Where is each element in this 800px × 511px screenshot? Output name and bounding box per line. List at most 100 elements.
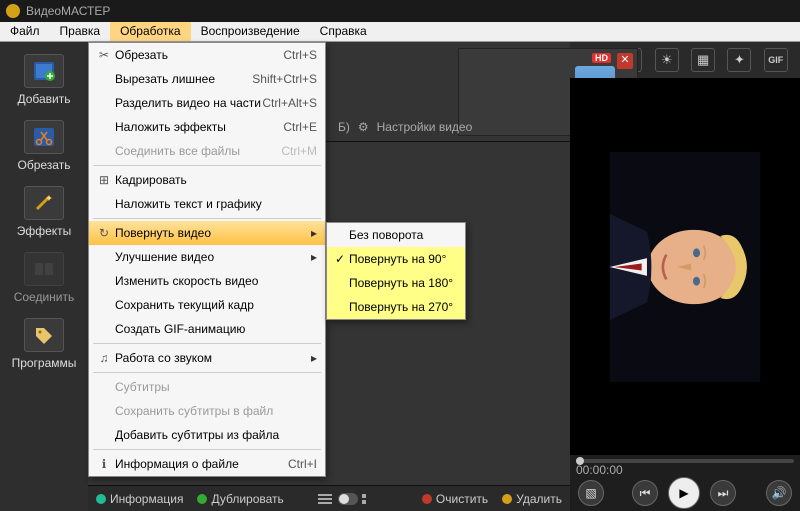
app-logo-icon: [6, 4, 20, 18]
menu-item: Субтитры: [89, 375, 325, 399]
sidebar-item-label: Программы: [12, 356, 77, 370]
list-grid-toggle-icon: [318, 492, 368, 506]
shortcut-label: Ctrl+E: [283, 120, 317, 134]
titlebar: ВидеоМАСТЕР: [0, 0, 800, 22]
info-button[interactable]: Информация: [96, 492, 183, 506]
preview-frame-icon: [600, 152, 770, 382]
menu-item[interactable]: Наложить эффектыCtrl+E: [89, 115, 325, 139]
processing-menu: ✂ОбрезатьCtrl+SВырезать лишнееShift+Ctrl…: [88, 42, 326, 477]
menu-item[interactable]: ↻Повернуть видео▸: [89, 221, 325, 245]
shortcut-label: Ctrl+Alt+S: [262, 96, 317, 110]
menu-item-label: Обрезать: [115, 48, 283, 62]
shortcut-label: Ctrl+I: [288, 457, 317, 471]
menu-item-label: Разделить видео на части: [115, 96, 262, 110]
menu-item-label: Соединить все файлы: [115, 144, 281, 158]
video-preview[interactable]: [570, 78, 800, 455]
duplicate-button[interactable]: Дублировать: [197, 492, 283, 506]
filmstrip-icon[interactable]: ▦: [691, 48, 715, 72]
scissors-icon: ✂: [93, 48, 115, 62]
hd-badge: HD: [592, 53, 611, 63]
menu-item[interactable]: ⊞Кадрировать: [89, 168, 325, 192]
sidebar-item-label: Эффекты: [17, 224, 72, 238]
join-icon: [24, 252, 64, 286]
gear-icon[interactable]: ⚙: [358, 120, 369, 134]
menu-item[interactable]: Изменить скорость видео: [89, 269, 325, 293]
menu-item-label: Повернуть видео: [115, 226, 311, 240]
menu-processing[interactable]: Обработка: [110, 22, 191, 41]
clear-button[interactable]: Очистить: [422, 492, 488, 506]
snapshot-button[interactable]: ▧: [578, 480, 604, 506]
prev-button[interactable]: ⏮: [632, 480, 658, 506]
size-suffix: Б): [338, 120, 350, 134]
bottom-bar: Информация Дублировать Очистить Удалить: [88, 485, 570, 511]
brightness-icon[interactable]: ☀: [655, 48, 679, 72]
menu-item: Соединить все файлыCtrl+M: [89, 139, 325, 163]
run-icon[interactable]: ✦: [727, 48, 751, 72]
clear-icon: [422, 494, 432, 504]
volume-button[interactable]: 🔊: [766, 480, 792, 506]
submenu-item-label: Повернуть на 270°: [349, 300, 453, 314]
menu-item-label: Улучшение видео: [115, 250, 311, 264]
menu-item[interactable]: Сохранить текущий кадр: [89, 293, 325, 317]
menu-file[interactable]: Файл: [0, 22, 50, 41]
submenu-item[interactable]: Без поворота: [327, 223, 465, 247]
tag-icon: [24, 318, 64, 352]
next-button[interactable]: ⏭: [710, 480, 736, 506]
menu-item-label: Работа со звуком: [115, 351, 311, 365]
sidebar-programs[interactable]: Программы: [9, 318, 79, 370]
menu-item-label: Создать GIF-анимацию: [115, 322, 317, 336]
submenu-item[interactable]: Повернуть на 270°: [327, 295, 465, 319]
sound-icon: ♫: [93, 351, 115, 365]
play-button[interactable]: ▶: [668, 477, 700, 509]
menu-item[interactable]: Вырезать лишнееShift+Ctrl+S: [89, 67, 325, 91]
submenu-item-label: Повернуть на 90°: [349, 252, 446, 266]
menu-item[interactable]: Улучшение видео▸: [89, 245, 325, 269]
menu-help[interactable]: Справка: [310, 22, 377, 41]
menu-playback[interactable]: Воспроизведение: [191, 22, 310, 41]
menu-item[interactable]: ♫Работа со звуком▸: [89, 346, 325, 370]
close-icon[interactable]: ✕: [617, 53, 633, 69]
menu-item-label: Наложить эффекты: [115, 120, 283, 134]
submenu-item-label: Без поворота: [349, 228, 423, 242]
sidebar-effects[interactable]: Эффекты: [9, 186, 79, 238]
check-icon: ✓: [331, 252, 349, 266]
delete-button[interactable]: Удалить: [502, 492, 562, 506]
rotate-submenu: Без поворота✓Повернуть на 90°Повернуть н…: [326, 222, 466, 320]
menu-item[interactable]: ℹИнформация о файлеCtrl+I: [89, 452, 325, 476]
menu-item[interactable]: Создать GIF-анимацию: [89, 317, 325, 341]
menu-item-label: Вырезать лишнее: [115, 72, 252, 86]
chevron-right-icon: ▸: [311, 351, 317, 365]
chevron-right-icon: ▸: [311, 250, 317, 264]
info-icon: ℹ: [93, 457, 115, 471]
chevron-right-icon: ▸: [311, 226, 317, 240]
menu-item[interactable]: ✂ОбрезатьCtrl+S: [89, 43, 325, 67]
sidebar-add[interactable]: Добавить: [9, 54, 79, 106]
sidebar-join[interactable]: Соединить: [9, 252, 79, 304]
gif-button[interactable]: GIF: [764, 48, 788, 72]
submenu-item[interactable]: Повернуть на 180°: [327, 271, 465, 295]
menu-edit[interactable]: Правка: [50, 22, 111, 41]
submenu-item-label: Повернуть на 180°: [349, 276, 453, 290]
submenu-item[interactable]: ✓Повернуть на 90°: [327, 247, 465, 271]
menu-item[interactable]: Добавить субтитры из файла: [89, 423, 325, 447]
sidebar-item-label: Добавить: [17, 92, 70, 106]
sidebar-cut[interactable]: Обрезать: [9, 120, 79, 172]
shortcut-label: Ctrl+M: [281, 144, 317, 158]
view-toggle[interactable]: [318, 492, 368, 506]
shortcut-label: Ctrl+S: [283, 48, 317, 62]
timeline[interactable]: 00:00:00: [570, 455, 800, 475]
menubar: Файл Правка Обработка Воспроизведение Сп…: [0, 22, 800, 42]
duplicate-icon: [197, 494, 207, 504]
menu-item-label: Изменить скорость видео: [115, 274, 317, 288]
menu-item[interactable]: Разделить видео на частиCtrl+Alt+S: [89, 91, 325, 115]
shortcut-label: Shift+Ctrl+S: [252, 72, 317, 86]
playback-controls: ▧ ⏮ ▶ ⏭ 🔊: [570, 475, 800, 511]
menu-item-label: Добавить субтитры из файла: [115, 428, 317, 442]
app-title: ВидеоМАСТЕР: [26, 4, 110, 18]
menu-item: Сохранить субтитры в файл: [89, 399, 325, 423]
menu-item-label: Сохранить субтитры в файл: [115, 404, 317, 418]
menu-item[interactable]: Наложить текст и графику: [89, 192, 325, 216]
wand-icon: [24, 186, 64, 220]
sidebar-item-label: Обрезать: [18, 158, 71, 172]
video-settings-link[interactable]: Настройки видео: [377, 120, 473, 134]
